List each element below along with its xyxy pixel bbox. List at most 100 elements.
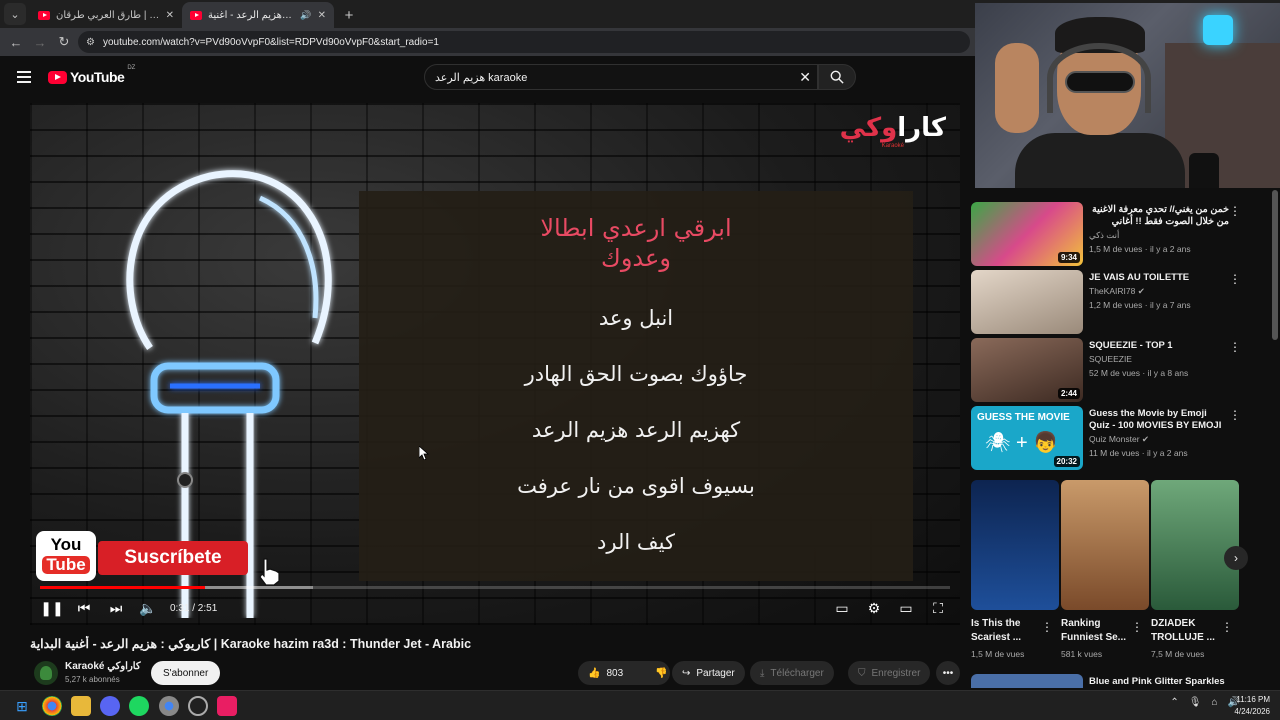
browser-tab-1[interactable]: هزيم الرعد | طارق العربي طرقان ✕ (30, 2, 182, 28)
video-thumbnail[interactable]: GUESS THE MOVIE 🕷 + 👦 20:32 (971, 406, 1083, 470)
time-display: 0:31 / 2:51 (170, 602, 218, 614)
recommended-video[interactable]: GUESS THE MOVIE 🕷 + 👦 20:32 Guess the Mo… (971, 406, 1251, 470)
clear-search-icon[interactable]: ✕ (799, 69, 811, 86)
more-vert-icon[interactable]: ⋮ (1229, 204, 1241, 220)
address-bar[interactable]: ⚙ youtube.com/watch?v=PVd90oVvpF0&list=R… (78, 31, 970, 53)
lyric-line: بسيوف اقوى من نار عرفت (517, 474, 755, 498)
duration-badge: 2:44 (1057, 388, 1080, 399)
recommended-title[interactable]: خمن من يغني// تحدي معرفة الاغنية من خلال… (1089, 204, 1229, 228)
chevron-up-icon[interactable]: ⌃ (1170, 697, 1178, 708)
video-player[interactable]: كاراوكي Karaoké ابرقي ارعدي ابطالا وعدوك… (30, 103, 960, 625)
youtube-masthead: YouTube DZ هزيم الرعد karaoke ✕ (0, 56, 980, 98)
forward-arrow-icon[interactable]: → (30, 32, 50, 52)
short-thumbnail[interactable] (971, 480, 1059, 610)
more-vert-icon[interactable]: ⋮ (1229, 272, 1241, 288)
chevron-right-icon[interactable]: › (1224, 546, 1248, 570)
new-tab-plus-icon[interactable]: + (338, 4, 360, 26)
microphone-icon[interactable]: 🎙 (1189, 697, 1202, 708)
browser-tab-2[interactable]: كاريوكي : هزيم الرعد - أغنية 🔊 ✕ (182, 2, 334, 28)
search-input[interactable]: هزيم الرعد karaoke ✕ (424, 64, 818, 90)
obs-icon[interactable] (188, 696, 208, 716)
video-thumbnail[interactable]: 9:34 (971, 202, 1083, 266)
more-vert-icon[interactable]: ⋮ (1229, 340, 1241, 356)
recommended-title[interactable]: JE VAIS AU TOILETTE (1089, 272, 1229, 284)
more-vert-icon[interactable]: ⋮ (1041, 620, 1053, 634)
lyric-line: كهزيم الرعد هزيم الرعد (531, 418, 741, 442)
file-explorer-icon[interactable] (71, 696, 91, 716)
recommended-video[interactable]: 9:34 خمن من يغني// تحدي معرفة الاغنية من… (971, 202, 1251, 266)
pause-icon[interactable]: ❚❚ (36, 594, 68, 622)
more-vert-icon[interactable]: ⋮ (1221, 620, 1233, 634)
discord-icon[interactable] (100, 696, 120, 716)
chrome-icon[interactable] (42, 696, 62, 716)
short-thumbnail[interactable] (1061, 480, 1149, 610)
short-title[interactable]: DZIADEK TROLLUJE ... (1151, 617, 1231, 645)
recommended-video[interactable]: JE VAIS AU TOILETTE TheKAIRI78 ✔ 1,2 M d… (971, 270, 1251, 334)
lyric-line: كيف الرد (597, 530, 675, 554)
recommended-title[interactable]: SQUEEZIE - TOP 1 (1089, 340, 1229, 352)
menu-hamburger-icon[interactable] (12, 65, 36, 89)
more-vert-icon[interactable]: ⋮ (1229, 408, 1241, 424)
back-arrow-icon[interactable]: ← (6, 32, 26, 52)
network-icon[interactable]: ⌂ (1212, 697, 1218, 708)
more-vert-icon[interactable]: ⋮ (1131, 620, 1143, 634)
logo-subtext: Karaoké (881, 143, 904, 149)
video-thumbnail[interactable] (971, 270, 1083, 334)
subscriber-count: 5,27 k abonnés (65, 675, 120, 684)
progress-bar[interactable] (40, 586, 950, 589)
next-icon[interactable]: ⏭ (100, 594, 132, 622)
youtube-logo[interactable]: YouTube DZ (48, 65, 135, 85)
save-button[interactable]: ⛉ Enregistrer (848, 661, 931, 685)
search-button[interactable] (818, 64, 856, 90)
search-icon (830, 70, 844, 84)
theater-mode-icon[interactable]: ▭ (890, 594, 922, 622)
short-views: 7,5 M de vues (1151, 649, 1205, 659)
tab-title: هزيم الرعد | طارق العربي طرقان (56, 9, 160, 21)
chrome-alt-icon[interactable] (159, 696, 179, 716)
subtitles-icon[interactable]: ▭ (826, 594, 858, 622)
audio-playing-icon[interactable]: 🔊 (300, 10, 311, 21)
duration-badge: 9:34 (1057, 252, 1080, 263)
youtube-wordmark: YouTube (70, 69, 125, 85)
taskbar-clock[interactable]: 11:16 PM 4/24/2026 (1234, 694, 1270, 718)
sidebar-scrollbar[interactable] (1271, 180, 1279, 688)
recommended-title[interactable]: Blue and Pink Glitter Sparkles (1089, 676, 1225, 687)
short-title[interactable]: Is This the Scariest ... (971, 617, 1051, 645)
short-title[interactable]: Ranking Funniest Se... (1061, 617, 1141, 645)
recommended-title[interactable]: Guess the Movie by Emoji Quiz - 100 MOVI… (1089, 408, 1229, 432)
download-button[interactable]: ⤓ Télécharger (750, 661, 834, 685)
recommended-channel[interactable]: Quiz Monster ✔ (1089, 434, 1149, 445)
verified-check-icon: ✔ (1137, 286, 1145, 296)
tab-search-chevron-icon[interactable]: ⌄ (4, 3, 26, 25)
tab-close-icon[interactable]: ✕ (166, 10, 174, 21)
settings-gear-icon[interactable]: ⚙ (858, 594, 890, 622)
recommended-channel[interactable]: أنت ذكي (1089, 230, 1119, 241)
fullscreen-icon[interactable]: ⛶ (922, 594, 954, 622)
share-button[interactable]: ↪ Partager (672, 661, 745, 685)
more-actions-button[interactable]: ••• (936, 661, 960, 685)
recommended-meta: 52 M de vues · il y a 8 ans (1089, 368, 1189, 378)
volume-icon[interactable]: 🔈 (132, 594, 164, 622)
recommended-video[interactable]: 2:44 SQUEEZIE - TOP 1 SQUEEZIE 52 M de v… (971, 338, 1251, 402)
video-thumbnail[interactable] (971, 674, 1083, 688)
reload-icon[interactable]: ↻ (54, 32, 74, 52)
bookmark-icon: ⛉ (858, 667, 866, 679)
lyric-line-highlighted: وعدوك (601, 244, 671, 272)
recommended-meta: 11 M de vues · il y a 2 ans (1089, 448, 1188, 458)
tab-close-icon[interactable]: ✕ (318, 10, 326, 21)
site-info-icon[interactable]: ⚙ (86, 37, 95, 48)
youtube-play-icon (48, 70, 67, 84)
video-thumbnail[interactable]: 2:44 (971, 338, 1083, 402)
recommended-channel[interactable]: TheKAIRI78 ✔ (1089, 286, 1145, 297)
spotify-icon[interactable] (129, 696, 149, 716)
channel-name[interactable]: Karaoké كاراوكي (65, 661, 141, 672)
recommended-channel[interactable]: SQUEEZIE (1089, 354, 1132, 364)
recommended-video[interactable]: Blue and Pink Glitter Sparkles (971, 674, 1271, 688)
short-thumbnail[interactable] (1151, 480, 1239, 610)
tiktok-icon[interactable] (217, 696, 237, 716)
like-button[interactable]: 👍 803 (578, 661, 633, 685)
subscribe-button[interactable]: S'abonner (151, 661, 221, 685)
windows-start-icon[interactable]: ⊞ (12, 696, 32, 716)
previous-icon[interactable]: ⏮ (68, 594, 100, 622)
channel-avatar[interactable] (34, 661, 58, 685)
